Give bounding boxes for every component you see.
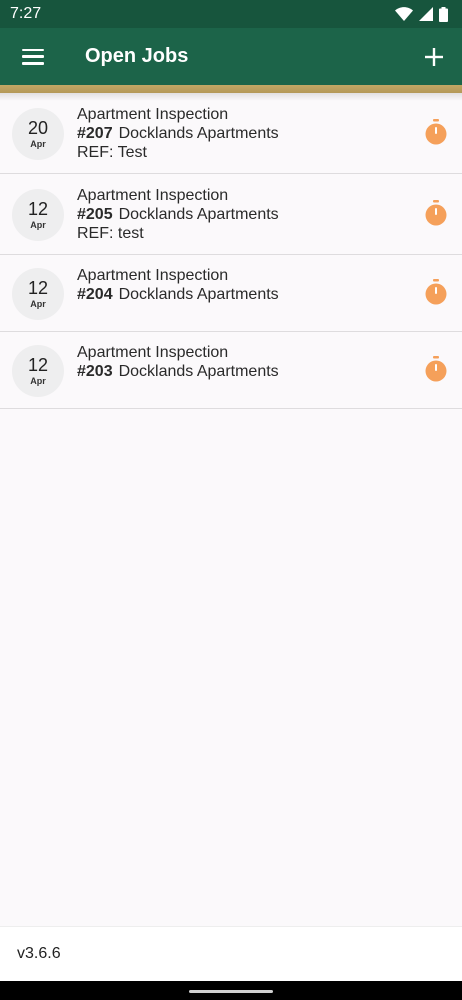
- status-bar: 7:27: [0, 0, 462, 28]
- stopwatch-icon[interactable]: [425, 119, 447, 145]
- menu-button[interactable]: [0, 28, 66, 85]
- page-title: Open Jobs: [85, 45, 189, 67]
- signal-icon: [419, 7, 433, 21]
- job-title: Apartment Inspection: [77, 187, 229, 204]
- date-badge: 12 Apr: [12, 189, 64, 241]
- job-number-line: #204 Docklands Apartments: [77, 285, 279, 304]
- job-location: Docklands Apartments: [118, 363, 279, 380]
- date-month: Apr: [30, 138, 46, 149]
- job-location: Docklands Apartments: [118, 125, 279, 142]
- footer: v3.6.6: [0, 926, 462, 981]
- job-details: Apartment Inspection #204 Docklands Apart…: [77, 266, 279, 304]
- date-badge: 12 Apr: [12, 268, 64, 320]
- job-number: #203: [77, 363, 113, 380]
- job-row[interactable]: 12 Apr Apartment Inspection #204 Dockland…: [0, 255, 462, 332]
- job-number-line: #203 Docklands Apartments: [77, 362, 279, 381]
- wifi-icon: [395, 7, 413, 21]
- version-label: v3.6.6: [17, 945, 61, 962]
- job-row[interactable]: 12 Apr Apartment Inspection #203 Dockland…: [0, 332, 462, 409]
- job-title: Apartment Inspection: [77, 106, 229, 123]
- system-nav-bar: [0, 981, 462, 1000]
- date-day: 20: [27, 117, 49, 138]
- app-bar-shadow: [0, 93, 462, 101]
- job-details: Apartment Inspection #203 Docklands Apart…: [77, 343, 279, 381]
- job-number-line: #205 Docklands Apartments: [77, 205, 279, 224]
- job-number: #207: [77, 125, 113, 142]
- status-time: 7:27: [10, 5, 42, 22]
- job-list: 20 Apr Apartment Inspection #207 Dockland…: [0, 93, 462, 409]
- job-row[interactable]: 20 Apr Apartment Inspection #207 Dockland…: [0, 93, 462, 174]
- date-day: 12: [27, 354, 49, 375]
- home-gesture-handle[interactable]: [189, 990, 273, 993]
- date-month: Apr: [30, 219, 46, 230]
- job-ref: REF: test: [77, 225, 144, 242]
- job-title: Apartment Inspection: [77, 267, 229, 284]
- date-day: 12: [27, 198, 49, 219]
- job-location: Docklands Apartments: [118, 206, 279, 223]
- job-number: #205: [77, 206, 113, 223]
- job-title: Apartment Inspection: [77, 344, 229, 361]
- battery-icon: [439, 6, 448, 22]
- job-number: #204: [77, 286, 113, 303]
- job-ref: REF: Test: [77, 144, 147, 161]
- app-bar: Open Jobs: [0, 28, 462, 85]
- date-day: 12: [27, 277, 49, 298]
- add-job-button[interactable]: [406, 28, 462, 85]
- accent-divider: [0, 85, 462, 93]
- stopwatch-icon[interactable]: [425, 356, 447, 382]
- job-details: Apartment Inspection #207 Docklands Apart…: [77, 105, 279, 162]
- status-icons: [395, 6, 448, 22]
- stopwatch-icon[interactable]: [425, 279, 447, 305]
- date-month: Apr: [30, 375, 46, 386]
- date-badge: 20 Apr: [12, 108, 64, 160]
- date-badge: 12 Apr: [12, 345, 64, 397]
- job-location: Docklands Apartments: [118, 286, 279, 303]
- job-number-line: #207 Docklands Apartments: [77, 124, 279, 143]
- stopwatch-icon[interactable]: [425, 200, 447, 226]
- job-details: Apartment Inspection #205 Docklands Apart…: [77, 186, 279, 243]
- date-month: Apr: [30, 298, 46, 309]
- job-row[interactable]: 12 Apr Apartment Inspection #205 Dockland…: [0, 174, 462, 255]
- hamburger-menu-icon: [22, 48, 44, 65]
- plus-icon: [425, 47, 443, 66]
